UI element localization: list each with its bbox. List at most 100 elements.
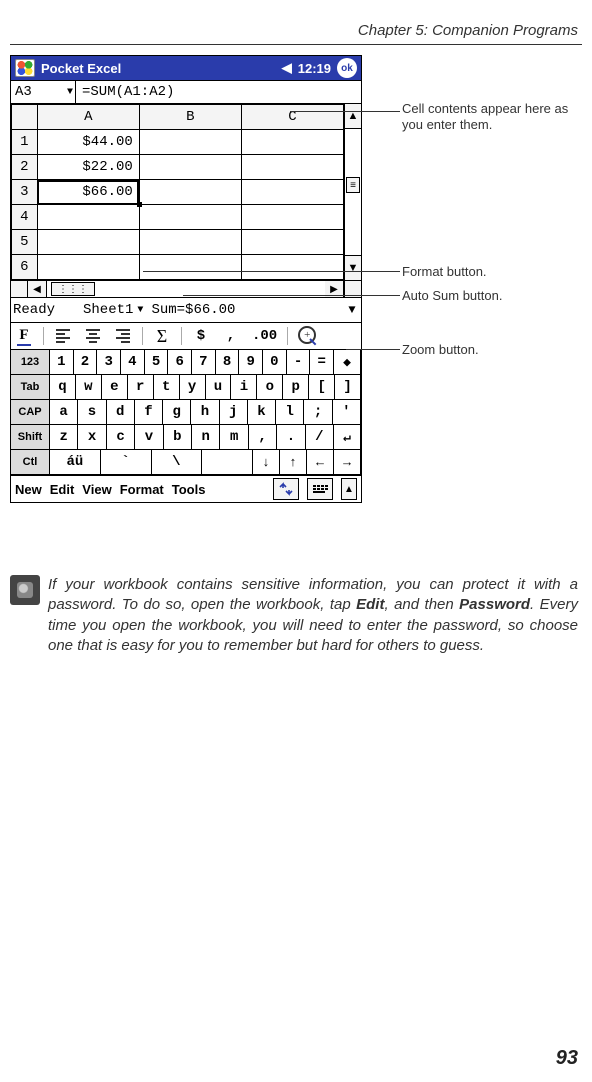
cell[interactable] xyxy=(139,230,241,255)
key[interactable]: 4 xyxy=(120,349,145,375)
cell[interactable] xyxy=(139,255,241,280)
key[interactable]: / xyxy=(305,424,334,450)
key[interactable]: Shift xyxy=(10,424,50,450)
summary-dropdown-icon[interactable]: ▼ xyxy=(343,303,361,317)
key[interactable]: ` xyxy=(100,449,152,475)
key[interactable]: Tab xyxy=(10,374,50,400)
vertical-scrollbar[interactable]: ▲ ≡ ▼ xyxy=(344,104,361,280)
windows-flag-icon[interactable] xyxy=(15,59,35,77)
key[interactable]: [ xyxy=(308,374,335,400)
key[interactable]: e xyxy=(101,374,128,400)
key[interactable]: s xyxy=(77,399,106,425)
key-space[interactable] xyxy=(201,449,253,475)
cell-selected[interactable]: $66.00 xyxy=(37,180,139,205)
volume-icon[interactable]: ◀ xyxy=(282,60,292,76)
summary-selector[interactable]: Sum=$66.00 xyxy=(151,302,235,318)
menu-edit[interactable]: Edit xyxy=(50,482,75,497)
key[interactable]: m xyxy=(219,424,248,450)
key[interactable]: 7 xyxy=(191,349,216,375)
zoom-button[interactable]: + xyxy=(296,326,320,346)
menu-view[interactable]: View xyxy=(82,482,111,497)
cell[interactable] xyxy=(139,155,241,180)
cell[interactable] xyxy=(37,255,139,280)
key[interactable]: 6 xyxy=(167,349,192,375)
key[interactable]: k xyxy=(247,399,276,425)
table-row[interactable]: 1 $44.00 xyxy=(12,130,344,155)
column-header[interactable]: B xyxy=(139,105,241,130)
cell[interactable] xyxy=(139,130,241,155)
formula-input[interactable]: =SUM(A1:A2) xyxy=(76,81,361,103)
key[interactable]: CAP xyxy=(10,399,50,425)
column-header[interactable]: C xyxy=(241,105,343,130)
key[interactable]: c xyxy=(106,424,135,450)
key[interactable]: → xyxy=(333,449,361,475)
comma-button[interactable]: , xyxy=(220,326,242,346)
key[interactable]: i xyxy=(230,374,257,400)
key[interactable]: l xyxy=(275,399,304,425)
key[interactable]: Ctl xyxy=(10,449,50,475)
cell[interactable] xyxy=(37,205,139,230)
cell[interactable] xyxy=(241,180,343,205)
key[interactable]: 3 xyxy=(96,349,121,375)
cell[interactable] xyxy=(241,255,343,280)
menu-format[interactable]: Format xyxy=(120,482,164,497)
cell[interactable] xyxy=(37,230,139,255)
sip-up-button[interactable]: ▲ xyxy=(341,478,357,500)
cell[interactable]: $22.00 xyxy=(37,155,139,180)
key[interactable]: q xyxy=(49,374,76,400)
scroll-left-button[interactable]: ◀ xyxy=(28,281,47,297)
key[interactable]: r xyxy=(127,374,154,400)
cell[interactable] xyxy=(241,130,343,155)
up-down-button[interactable] xyxy=(273,478,299,500)
keyboard-toggle-button[interactable] xyxy=(307,478,333,500)
scroll-up-button[interactable]: ▲ xyxy=(345,104,361,129)
key[interactable]: x xyxy=(77,424,106,450)
table-row[interactable]: 5 xyxy=(12,230,344,255)
sheet-dropdown-icon[interactable]: ▼ xyxy=(137,305,143,316)
cell-reference-box[interactable]: A3 ▼ xyxy=(11,81,76,103)
key[interactable]: \ xyxy=(151,449,203,475)
key[interactable]: - xyxy=(286,349,311,375)
decimals-button[interactable]: .00 xyxy=(250,326,279,346)
key[interactable]: ] xyxy=(334,374,361,400)
key[interactable]: ' xyxy=(332,399,361,425)
ok-button[interactable]: ok xyxy=(337,58,357,78)
key[interactable]: h xyxy=(190,399,219,425)
select-all-corner[interactable] xyxy=(12,105,38,130)
key[interactable]: f xyxy=(134,399,163,425)
key[interactable]: ↑ xyxy=(279,449,307,475)
key[interactable]: z xyxy=(49,424,78,450)
key[interactable]: ↵ xyxy=(333,424,361,450)
menu-tools[interactable]: Tools xyxy=(172,482,206,497)
key[interactable]: p xyxy=(282,374,309,400)
key[interactable]: 2 xyxy=(73,349,98,375)
cell[interactable] xyxy=(139,180,241,205)
table-row[interactable]: 6 xyxy=(12,255,344,280)
cell[interactable] xyxy=(241,155,343,180)
key[interactable]: a xyxy=(49,399,78,425)
align-left-button[interactable] xyxy=(52,326,74,346)
key[interactable]: 9 xyxy=(238,349,263,375)
row-header[interactable]: 2 xyxy=(12,155,38,180)
key[interactable]: ↓ xyxy=(252,449,280,475)
column-header[interactable]: A xyxy=(37,105,139,130)
row-header[interactable]: 3 xyxy=(12,180,38,205)
key[interactable]: g xyxy=(162,399,191,425)
autosum-button[interactable]: Σ xyxy=(151,326,173,346)
row-header[interactable]: 5 xyxy=(12,230,38,255)
currency-button[interactable]: $ xyxy=(190,326,212,346)
key[interactable]: u xyxy=(205,374,232,400)
align-right-button[interactable] xyxy=(112,326,134,346)
sheet-selector[interactable]: Sheet1 ▼ xyxy=(83,302,143,318)
key[interactable]: ← xyxy=(306,449,334,475)
cell-ref-dropdown-icon[interactable]: ▼ xyxy=(67,87,75,98)
format-button[interactable]: F xyxy=(13,326,35,346)
key[interactable]: , xyxy=(248,424,277,450)
cell[interactable] xyxy=(139,205,241,230)
spreadsheet-grid[interactable]: A B C 1 $44.00 2 $22.00 3 $66.00 xyxy=(11,104,344,280)
key[interactable]: n xyxy=(191,424,220,450)
key[interactable]: áü xyxy=(49,449,101,475)
cell[interactable] xyxy=(241,230,343,255)
scroll-thumb[interactable]: ≡ xyxy=(346,177,360,193)
key[interactable]: d xyxy=(106,399,135,425)
